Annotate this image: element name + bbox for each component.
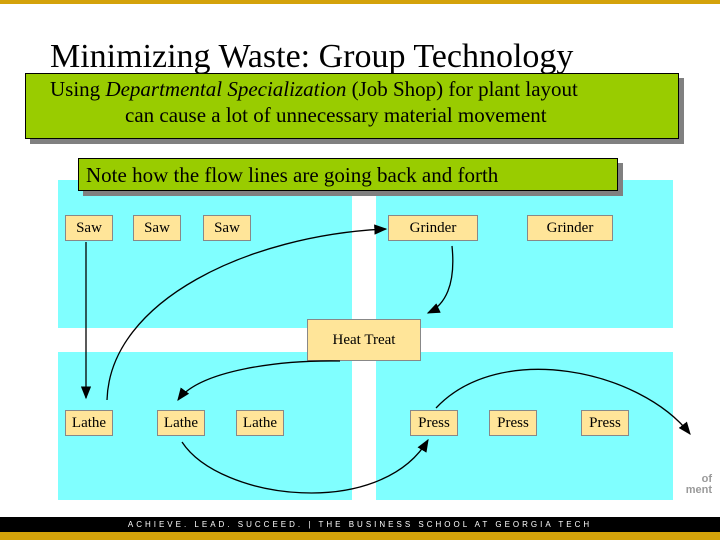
flow-lines — [80, 224, 691, 494]
flow-lathe-to-press — [181, 438, 429, 494]
flow-grinder-to-heat-treat — [426, 245, 454, 314]
flow-press-out — [435, 368, 691, 436]
flow-lathe-to-grinder — [106, 224, 388, 401]
flow-heat-treat-to-lathe — [177, 360, 341, 402]
